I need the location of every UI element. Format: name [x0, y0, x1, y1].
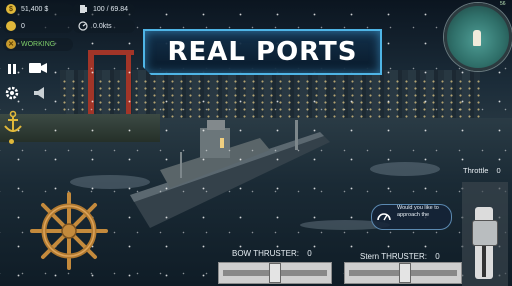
coins-value: 0 [21, 22, 25, 30]
anchor-button[interactable] [2, 110, 24, 136]
gear-icon [5, 86, 19, 100]
bow-thruster-label-text: BOW THRUSTER: [232, 249, 299, 258]
throttle-label-text: Throttle [463, 166, 489, 175]
radar-number: 56 [500, 1, 506, 7]
radar-minimap[interactable] [444, 3, 512, 71]
bow-thruster-label: BOW THRUSTER: 0 [232, 249, 312, 258]
anchor-crossed-icon: ✕ [6, 39, 16, 49]
throttle-value: 0 [496, 166, 501, 175]
speedometer-icon [78, 21, 88, 31]
stern-thruster-value: 0 [435, 252, 440, 261]
speed-row: 0.0kts [78, 21, 112, 31]
fuel-row: 100 / 69.84 [78, 4, 128, 14]
ship-marker-icon [473, 30, 481, 46]
throttle-label: Throttle 0 [463, 166, 501, 175]
fuel-icon [78, 4, 88, 14]
anchor-icon [4, 110, 22, 132]
camera-button[interactable] [28, 61, 48, 75]
horn-button[interactable] [32, 85, 48, 101]
coin-icon: $ [6, 4, 16, 14]
stern-thruster-handle[interactable] [399, 263, 411, 283]
bow-thruster-value: 0 [307, 249, 312, 258]
real-ports-banner: REAL PORTS [143, 29, 382, 75]
ship-wheel-icon[interactable] [30, 192, 108, 270]
speed-value: 0.0kts [93, 22, 112, 30]
stern-thruster-label-text: Stern THRUSTER: [360, 252, 427, 261]
throttle-handle[interactable] [472, 220, 498, 246]
stern-thruster-label: Stern THRUSTER: 0 [360, 252, 440, 261]
gauge-icon [377, 213, 391, 221]
hint-text: Would you like to approach the [397, 205, 439, 218]
camera-icon [29, 63, 47, 73]
gold-coin-icon [6, 21, 16, 31]
fuel-value: 100 / 69.84 [93, 5, 129, 13]
coins-row: 0 [6, 21, 25, 31]
cargo-ship [130, 120, 330, 228]
banner-title: REAL PORTS [167, 37, 358, 67]
stern-thruster-slider[interactable] [344, 262, 462, 284]
settings-button[interactable] [4, 85, 20, 101]
pause-icon [8, 64, 16, 74]
status-row: ✕ WORKING [6, 39, 55, 49]
horn-icon [34, 87, 44, 99]
wave [370, 162, 440, 176]
port-crane [88, 50, 94, 120]
pause-button[interactable] [6, 62, 18, 74]
money-row: $ 51,400 $ [6, 4, 48, 14]
bow-thruster-slider[interactable] [218, 262, 332, 284]
anchor-status-dot [9, 139, 14, 144]
bow-thruster-handle[interactable] [269, 263, 281, 283]
money-value: 51,400 $ [21, 5, 49, 13]
status-text: WORKING [21, 40, 56, 48]
